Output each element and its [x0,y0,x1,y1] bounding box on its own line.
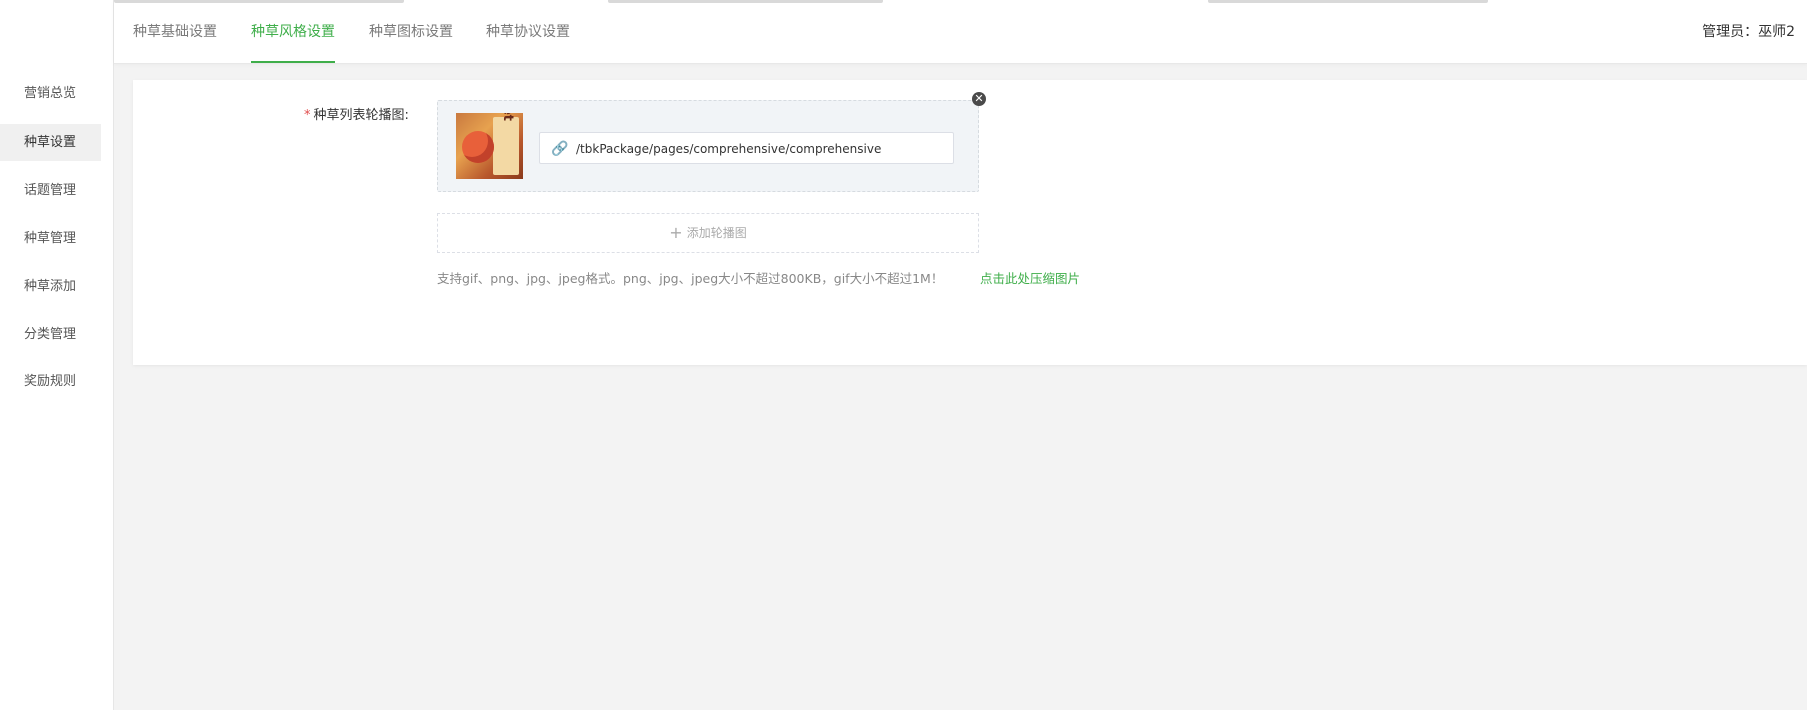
close-icon[interactable]: ✕ [972,92,986,106]
upload-hint: 支持gif、png、jpg、jpeg格式。png、jpg、jpeg大小不超过80… [437,271,944,286]
top-decor [1208,0,1488,3]
banner-label-text: 种草列表轮播图: [313,108,409,123]
sidebar-item-grass-add[interactable]: 种草添加 [0,268,101,305]
compress-image-link[interactable]: 点击此处压缩图片 [980,268,1080,287]
admin-label: 管理员： [1702,24,1759,40]
banner-link-input[interactable] [574,133,948,165]
sidebar: 营销总览 种草设置 话题管理 种草管理 种草添加 分类管理 奖励规则 [0,0,114,710]
thumbnail-text: pellet [500,113,515,121]
tab-style-settings[interactable]: 种草风格设置 [251,0,335,63]
tab-agreement-settings[interactable]: 种草协议设置 [486,0,570,63]
required-mark: * [304,108,311,123]
sidebar-item-category-management[interactable]: 分类管理 [0,316,101,353]
sidebar-item-topic-management[interactable]: 话题管理 [0,172,101,209]
admin-name: 巫师2 [1758,24,1795,40]
sidebar-item-grass-management[interactable]: 种草管理 [0,220,101,257]
banner-field-label: * 种草列表轮播图: [304,104,409,123]
sidebar-item-grass-settings[interactable]: 种草设置 [0,124,101,161]
add-banner-label: 添加轮播图 [686,226,747,240]
add-banner-button[interactable]: + 添加轮播图 [437,213,979,253]
tab-icon-settings[interactable]: 种草图标设置 [369,0,453,63]
sidebar-item-overview[interactable]: 营销总览 [0,75,101,112]
tab-basic-settings[interactable]: 种草基础设置 [133,0,217,63]
sidebar-item-reward-rules[interactable]: 奖励规则 [0,363,101,400]
thumbnail-fruit-shape [462,131,494,163]
banner-thumbnail[interactable]: pellet [456,113,523,179]
thumbnail-package-shape [493,117,519,175]
banner-link-field[interactable]: 🔗 [539,132,954,165]
top-bar: 种草基础设置 种草风格设置 种草图标设置 种草协议设置 管理员：巫师2 [114,0,1807,64]
admin-info: 管理员：巫师2 [1702,0,1795,64]
top-decor [608,0,883,3]
link-icon: 🔗 [551,141,569,157]
plus-icon: + [669,223,683,242]
